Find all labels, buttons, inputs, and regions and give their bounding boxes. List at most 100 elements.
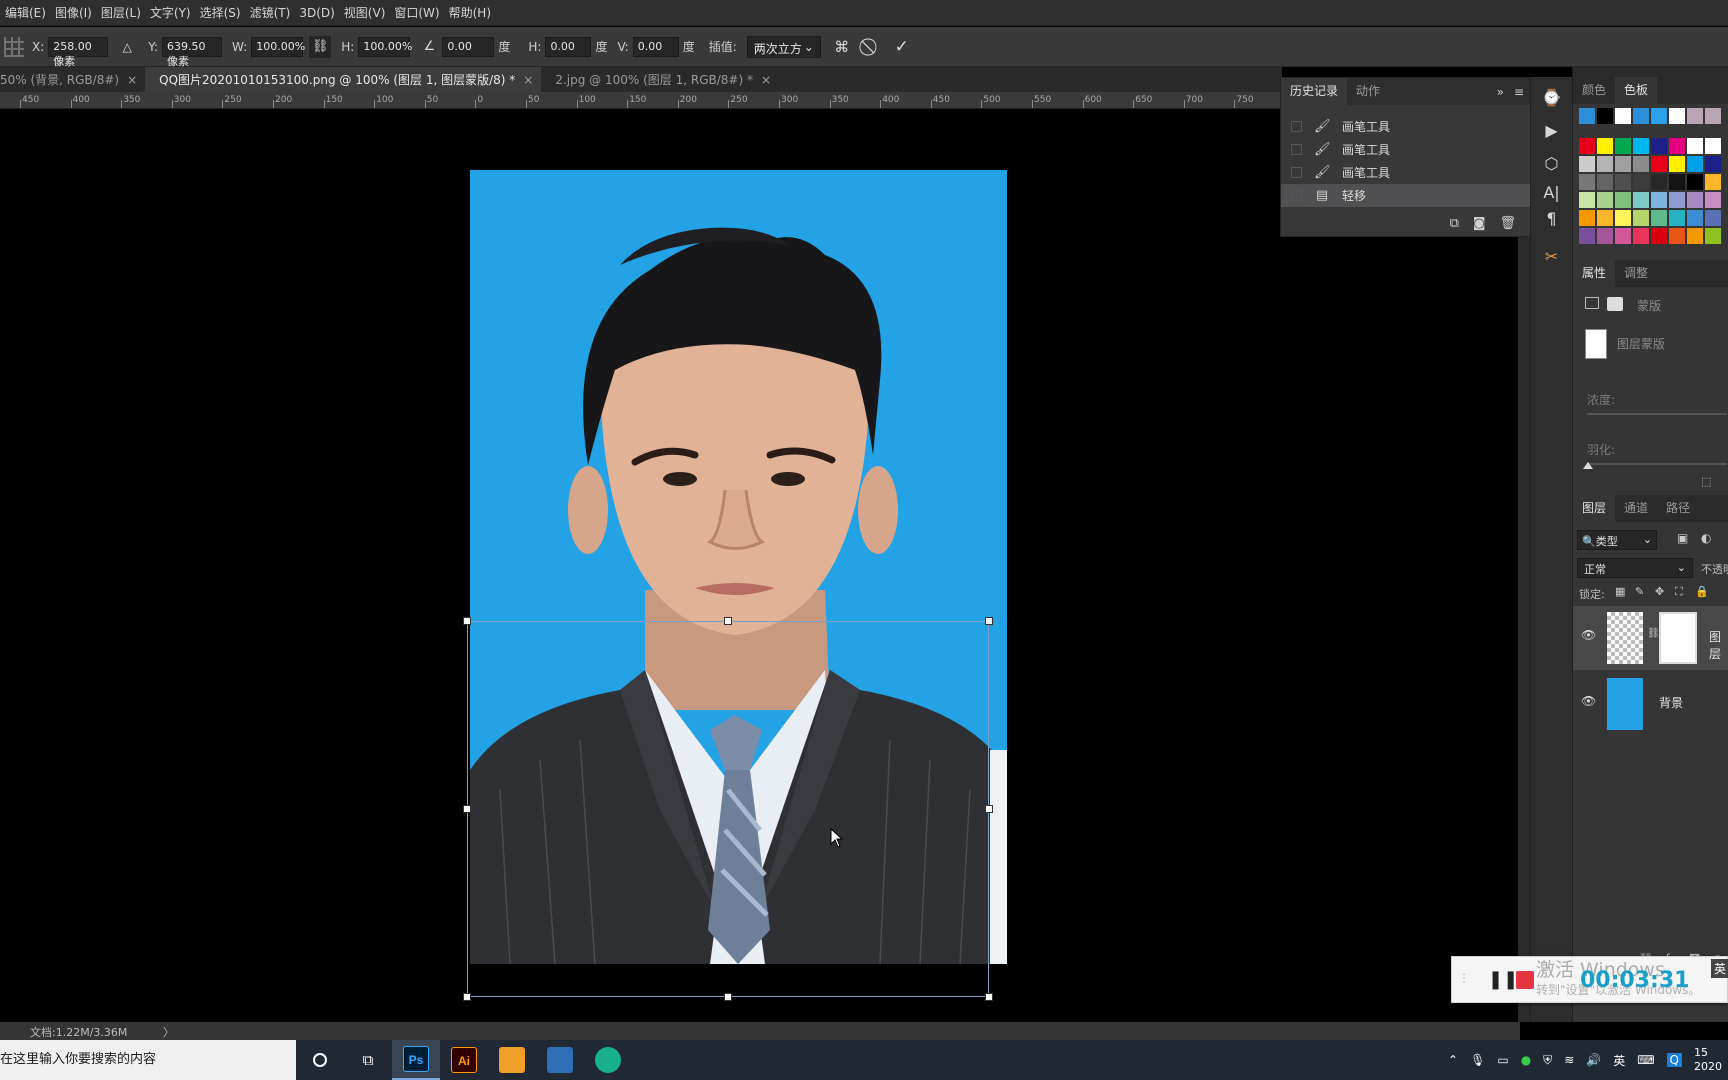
color-swatch[interactable] [1669,192,1685,208]
color-swatch[interactable] [1687,210,1703,226]
tab-color[interactable]: 颜色 [1573,77,1615,104]
history-checkbox[interactable] [1291,190,1302,201]
menu-edit[interactable]: 编辑(E) [0,4,50,21]
x-field[interactable]: 258.00 像素 [48,36,109,68]
color-swatch[interactable] [1633,228,1649,244]
history-checkbox[interactable] [1291,121,1302,132]
menu-3d[interactable]: 3D(D) [294,6,338,20]
color-swatch[interactable] [1597,174,1613,190]
wifi-icon[interactable]: ≋ [1564,1053,1574,1067]
ime-indicator[interactable]: 英 [1613,1052,1625,1069]
feather-slider-thumb[interactable] [1583,462,1593,469]
network-icon[interactable]: ▭ [1497,1053,1508,1067]
panel-expand-icon[interactable]: » [1497,85,1504,99]
layer-name[interactable]: 图层 [1709,628,1728,662]
canvas-area[interactable] [0,109,1520,1022]
color-swatch[interactable] [1687,228,1703,244]
color-swatch[interactable] [1579,156,1595,172]
tools-icon[interactable]: ✂ [1531,240,1572,273]
camera-icon[interactable]: ◙ [1473,216,1486,231]
color-swatch[interactable] [1669,228,1685,244]
tab-actions[interactable]: 动作 [1347,78,1389,105]
history-panel-icon[interactable]: ⌚ [1531,81,1572,114]
reference-point-icon[interactable] [4,36,24,57]
color-swatch[interactable] [1687,174,1703,190]
color-swatch[interactable] [1597,138,1613,154]
color-swatch[interactable] [1633,108,1649,124]
close-icon[interactable]: × [127,73,137,87]
layer-mask-thumbnail[interactable] [1659,612,1697,664]
color-swatch[interactable] [1579,228,1595,244]
taskbar-recorder[interactable] [584,1040,632,1080]
h-field[interactable]: 100.00% [358,36,412,57]
color-swatch[interactable] [1651,192,1667,208]
tab-doc-2[interactable]: QQ图片20201010153100.png @ 100% (图层 1, 图层蒙… [145,67,542,92]
color-swatch[interactable] [1615,138,1631,154]
color-swatch[interactable] [1615,156,1631,172]
color-swatch[interactable] [1651,138,1667,154]
menu-filter[interactable]: 滤镜(T) [245,4,295,21]
tab-swatches[interactable]: 色板 [1615,77,1658,104]
color-swatch[interactable] [1687,138,1703,154]
menu-image[interactable]: 图像(I) [50,4,96,21]
color-swatch[interactable] [1687,192,1703,208]
history-item[interactable]: 🖌 画笔工具 [1281,161,1530,184]
transform-handle[interactable] [985,617,993,625]
pixel-mask-icon[interactable] [1585,297,1599,309]
play-icon[interactable]: ▶ [1531,114,1572,147]
character-icon[interactable]: A| [1531,180,1572,206]
commit-transform-icon[interactable]: ✓ [891,36,913,58]
image-filter-icon[interactable]: ▣ [1677,531,1688,545]
history-checkbox[interactable] [1291,167,1302,178]
color-swatch[interactable] [1705,156,1721,172]
color-swatch[interactable] [1687,156,1703,172]
qq-icon[interactable]: Q [1666,1053,1682,1067]
color-swatch[interactable] [1669,156,1685,172]
close-icon[interactable]: × [523,73,533,87]
color-swatch[interactable] [1705,210,1721,226]
paragraph-icon[interactable]: ¶ [1531,206,1572,232]
lock-transparent-icon[interactable]: ▦ [1615,585,1625,598]
density-slider[interactable] [1587,413,1727,415]
color-swatch[interactable] [1579,108,1595,124]
color-swatch[interactable] [1597,210,1613,226]
lock-artboard-icon[interactable]: ⛶ [1675,585,1683,599]
trash-icon[interactable]: 🗑 [1499,216,1516,231]
close-icon[interactable]: × [761,73,771,87]
tab-adjustments[interactable]: 调整 [1615,260,1657,287]
menu-type[interactable]: 文字(Y) [145,4,195,21]
lock-all-icon[interactable]: 🔒 [1695,585,1709,598]
history-item[interactable]: 🖌 画笔工具 [1281,115,1530,138]
color-swatch[interactable] [1705,228,1721,244]
new-document-from-state-icon[interactable]: ⧉ [1450,216,1459,231]
color-swatch[interactable] [1579,192,1595,208]
vector-mask-icon[interactable] [1607,297,1623,311]
feather-slider[interactable] [1587,463,1727,465]
menu-window[interactable]: 窗口(W) [389,4,443,21]
taskbar-app-orange[interactable] [488,1040,536,1080]
menu-view[interactable]: 视图(V) [339,4,390,21]
menu-layer[interactable]: 图层(L) [96,4,145,21]
color-swatch[interactable] [1705,138,1721,154]
color-swatch[interactable] [1687,108,1703,124]
history-checkbox[interactable] [1291,144,1302,155]
horizontal-ruler[interactable]: 450 400 350 300 250 200 150 100 50 0 50 100 150 200 25… [0,92,1282,109]
color-swatch[interactable] [1597,192,1613,208]
lock-brush-icon[interactable]: ✎ [1635,585,1644,598]
cancel-transform-icon[interactable]: ⃠ [861,36,883,58]
blend-mode-select[interactable]: 正常 ⌄ [1577,558,1693,578]
layer-row[interactable]: 👁 ⛓ 图层 [1573,606,1728,670]
pause-button[interactable]: ❚❚ [1488,969,1518,990]
color-swatch[interactable] [1597,108,1613,124]
color-swatch[interactable] [1633,210,1649,226]
tab-paths[interactable]: 路径 [1657,495,1699,522]
tab-doc-3[interactable]: 2.jpg @ 100% (图层 1, RGB/8#) * × [541,67,779,92]
color-swatch[interactable] [1669,210,1685,226]
panel-menu-icon[interactable]: ≡ [1514,85,1524,99]
chain-link-icon[interactable]: ⛓ [1647,628,1660,639]
history-item[interactable]: ▤ 轻移 [1281,184,1530,207]
color-swatch[interactable] [1651,228,1667,244]
stop-button[interactable] [1516,971,1534,989]
adjustment-filter-icon[interactable]: ◐ [1701,531,1711,545]
lock-move-icon[interactable]: ✥ [1655,585,1664,598]
